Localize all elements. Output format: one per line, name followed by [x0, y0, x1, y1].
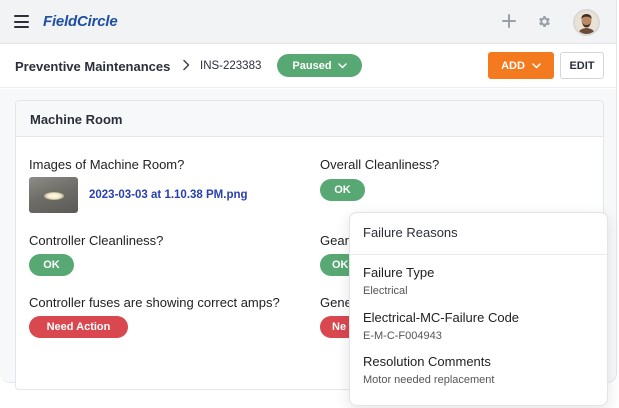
field-label-generator: Gene: [320, 295, 352, 310]
section-header: Machine Room: [16, 101, 603, 137]
failure-code-label: Electrical-MC-Failure Code: [363, 310, 520, 325]
ceiling-light-image: [44, 192, 64, 200]
user-avatar[interactable]: [573, 9, 600, 36]
section-title: Machine Room: [30, 112, 123, 127]
top-bar: FieldCircle: [0, 0, 616, 44]
field-label-images: Images of Machine Room?: [29, 157, 185, 172]
chevron-right-icon: [183, 59, 190, 71]
breadcrumb-preventive-maintenances[interactable]: Preventive Maintenances: [15, 59, 170, 74]
chevron-down-icon: [532, 62, 541, 69]
edit-button[interactable]: EDIT: [560, 52, 604, 79]
record-header: Preventive Maintenances INS-223383 Pause…: [0, 44, 616, 88]
machine-room-thumbnail[interactable]: [29, 177, 78, 213]
status-dropdown[interactable]: Paused: [277, 54, 362, 77]
field-label-controller-fuses: Controller fuses are showing correct amp…: [29, 295, 280, 310]
field-label-controller-cleanliness: Controller Cleanliness?: [29, 233, 164, 248]
image-file-link[interactable]: 2023-03-03 at 1.10.38 PM.png: [89, 189, 248, 201]
gear-icon[interactable]: [537, 14, 552, 29]
popover-title: Failure Reasons: [363, 225, 458, 240]
record-id: INS-223383: [200, 60, 262, 72]
failure-type-label: Failure Type: [363, 265, 435, 280]
field-label-overall-cleanliness: Overall Cleanliness?: [320, 157, 440, 172]
resolution-comments-value: Motor needed replacement: [363, 374, 495, 386]
status-badge-controller-fuses: Need Action: [29, 316, 128, 338]
plus-icon[interactable]: [502, 14, 516, 28]
add-button[interactable]: ADD: [488, 52, 554, 79]
failure-type-value: Electrical: [363, 285, 408, 297]
status-badge-overall-cleanliness: OK: [320, 179, 365, 201]
status-badge-controller-cleanliness: OK: [29, 254, 74, 276]
status-label: Paused: [292, 59, 332, 72]
resolution-comments-label: Resolution Comments: [363, 354, 491, 369]
add-button-label: ADD: [501, 59, 525, 72]
popover-divider: [350, 254, 607, 255]
field-label-gear: Gear: [320, 233, 349, 248]
menu-icon[interactable]: [14, 15, 29, 28]
app-logo[interactable]: FieldCircle: [43, 13, 118, 30]
failure-code-value: E-M-C-F004943: [363, 330, 442, 342]
chevron-down-icon: [337, 62, 347, 69]
failure-reasons-popover: Failure Reasons Failure Type Electrical …: [349, 212, 608, 406]
avatar-portrait: [575, 11, 598, 34]
